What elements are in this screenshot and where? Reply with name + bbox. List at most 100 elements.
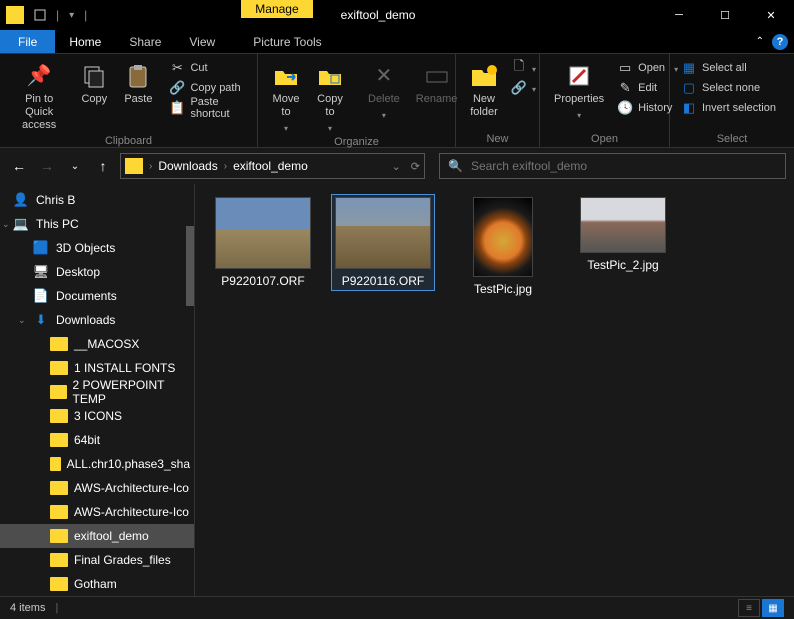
pin-quick-access-button[interactable]: 📌 Pin to Quick access: [8, 58, 70, 133]
new-item-icon: 🗋: [511, 60, 527, 76]
search-box[interactable]: 🔍: [439, 153, 786, 179]
group-select-label: Select: [678, 131, 786, 145]
close-button[interactable]: ✕: [748, 0, 794, 30]
cut-button[interactable]: ✂Cut: [166, 58, 249, 78]
scrollbar-thumb[interactable]: [186, 226, 194, 306]
app-icon: [6, 6, 24, 24]
tree-subfolder[interactable]: Gotham: [0, 572, 194, 596]
forward-button[interactable]: →: [36, 155, 58, 177]
properties-icon: [565, 62, 593, 90]
downloads-icon: ⬇: [32, 312, 50, 328]
paste-icon: [124, 62, 152, 90]
folder-icon: [50, 457, 61, 471]
breadcrumb-folder[interactable]: exiftool_demo: [233, 159, 308, 173]
move-to-button[interactable]: Move to▾: [266, 58, 306, 134]
menu-view[interactable]: View: [175, 30, 229, 53]
contextual-tab-manage[interactable]: Manage: [241, 0, 312, 18]
folder-icon: [50, 577, 68, 591]
group-organize-label: Organize: [266, 134, 447, 148]
tree-desktop[interactable]: 🖥Desktop: [0, 260, 194, 284]
refresh-icon[interactable]: ⟳: [411, 160, 420, 173]
tree-subfolder[interactable]: 3 ICONS: [0, 404, 194, 428]
menu-picture-tools[interactable]: Picture Tools: [239, 30, 335, 53]
tree-subfolder[interactable]: __MACOSX: [0, 332, 194, 356]
folder-icon: [50, 481, 68, 495]
details-view-toggle[interactable]: ≡: [738, 599, 760, 617]
address-dropdown-icon[interactable]: ⌄: [392, 160, 401, 173]
help-icon[interactable]: ?: [772, 34, 788, 50]
recent-locations-button[interactable]: ⌄: [64, 155, 86, 177]
up-button[interactable]: ↑: [92, 155, 114, 177]
file-item[interactable]: TestPic_2.jpg: [571, 194, 675, 275]
breadcrumb-downloads[interactable]: Downloads: [158, 159, 217, 173]
paste-shortcut-button[interactable]: 📋Paste shortcut: [166, 98, 249, 118]
rename-icon: [423, 62, 451, 90]
minimize-button[interactable]: ─: [656, 0, 702, 30]
chevron-right-icon[interactable]: ›: [147, 161, 154, 172]
tree-this-pc[interactable]: ⌄💻This PC: [0, 212, 194, 236]
collapse-ribbon-icon[interactable]: ⌃: [756, 36, 764, 47]
folder-icon: [50, 337, 68, 351]
menu-file[interactable]: File: [0, 30, 55, 53]
back-button[interactable]: ←: [8, 155, 30, 177]
folder-icon: [50, 409, 68, 423]
documents-icon: 📄: [32, 288, 50, 304]
pc-icon: 💻: [12, 216, 30, 232]
folder-icon: [50, 553, 68, 567]
delete-button[interactable]: ✕ Delete▾: [362, 58, 406, 121]
tree-subfolder[interactable]: AWS-Architecture-Ico: [0, 476, 194, 500]
properties-button[interactable]: Properties▾: [548, 58, 610, 121]
item-count: 4 items: [10, 602, 45, 614]
copy-button[interactable]: Copy: [74, 58, 114, 106]
thumbnails-view-toggle[interactable]: ▦: [762, 599, 784, 617]
file-name: TestPic.jpg: [474, 282, 532, 296]
tree-downloads[interactable]: ⌄⬇Downloads: [0, 308, 194, 332]
qat-props[interactable]: [28, 0, 52, 30]
search-icon: 🔍: [448, 159, 463, 173]
pin-icon: 📌: [25, 62, 53, 90]
new-folder-button[interactable]: New folder: [464, 58, 504, 119]
new-item-button[interactable]: 🗋▾: [508, 58, 539, 78]
select-none-button[interactable]: ▢Select none: [678, 78, 779, 98]
paste-shortcut-icon: 📋: [169, 100, 185, 116]
search-input[interactable]: [471, 159, 777, 173]
select-all-button[interactable]: ▦Select all: [678, 58, 779, 78]
chevron-right-icon[interactable]: ›: [222, 161, 229, 172]
copy-path-button[interactable]: 🔗Copy path: [166, 78, 249, 98]
file-item[interactable]: P9220107.ORF: [211, 194, 315, 291]
edit-icon: ✎: [617, 80, 633, 96]
new-folder-icon: [470, 62, 498, 90]
main-area: 👤Chris B ⌄💻This PC 🟦3D Objects 🖥Desktop …: [0, 184, 794, 596]
navigation-tree[interactable]: 👤Chris B ⌄💻This PC 🟦3D Objects 🖥Desktop …: [0, 184, 195, 596]
menu-home[interactable]: Home: [55, 30, 115, 53]
tree-subfolder[interactable]: 64bit: [0, 428, 194, 452]
menu-share[interactable]: Share: [115, 30, 175, 53]
address-bar[interactable]: › Downloads › exiftool_demo ⌄ ⟳: [120, 153, 425, 179]
tree-subfolder[interactable]: 1 INSTALL FONTS: [0, 356, 194, 380]
tree-subfolder[interactable]: 2 POWERPOINT TEMP: [0, 380, 194, 404]
file-item-selected[interactable]: P9220116.ORF: [331, 194, 435, 291]
tree-documents[interactable]: 📄Documents: [0, 284, 194, 308]
paste-button[interactable]: Paste: [118, 58, 158, 106]
tree-subfolder-current[interactable]: exiftool_demo: [0, 524, 194, 548]
invert-selection-button[interactable]: ◧Invert selection: [678, 98, 779, 118]
tree-subfolder[interactable]: Final Grades_files: [0, 548, 194, 572]
qat-dropdown[interactable]: ▾: [63, 0, 80, 30]
copy-icon: [80, 62, 108, 90]
navigation-bar: ← → ⌄ ↑ › Downloads › exiftool_demo ⌄ ⟳ …: [0, 148, 794, 184]
copy-path-icon: 🔗: [169, 80, 185, 96]
file-item[interactable]: TestPic.jpg: [451, 194, 555, 299]
menu-bar: File Home Share View Picture Tools ⌃ ?: [0, 30, 794, 54]
group-new-label: New: [464, 131, 531, 145]
tree-subfolder[interactable]: AWS-Architecture-Ico: [0, 500, 194, 524]
maximize-button[interactable]: ☐: [702, 0, 748, 30]
file-list[interactable]: P9220107.ORF P9220116.ORF TestPic.jpg Te…: [195, 184, 794, 596]
tree-subfolder[interactable]: ALL.chr10.phase3_sha: [0, 452, 194, 476]
tree-user[interactable]: 👤Chris B: [0, 188, 194, 212]
easy-access-button[interactable]: 🔗▾: [508, 78, 539, 98]
copy-to-button[interactable]: Copy to▾: [310, 58, 350, 134]
folder-icon: [50, 529, 68, 543]
folder-icon: [50, 505, 68, 519]
tree-3d-objects[interactable]: 🟦3D Objects: [0, 236, 194, 260]
folder-icon: [125, 158, 143, 174]
